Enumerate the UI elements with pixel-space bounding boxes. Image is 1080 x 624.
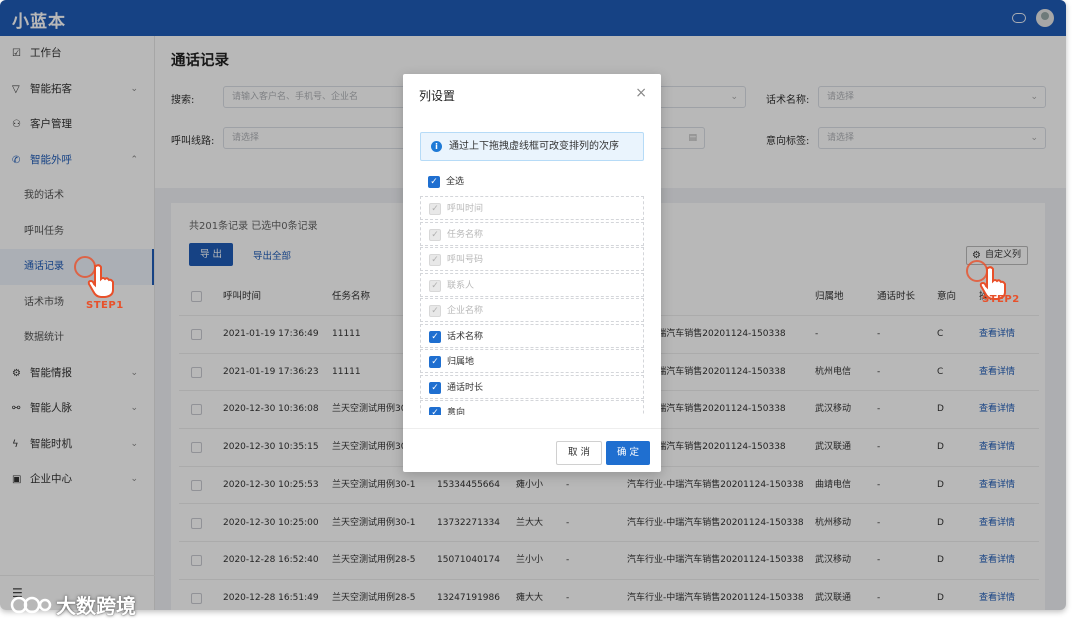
checkbox-checked-icon: ✓: [429, 279, 441, 292]
pointing-hand-icon: [87, 264, 114, 298]
watermark-text: 大数跨境: [56, 594, 136, 618]
column-option[interactable]: ✓ 意向: [420, 400, 644, 415]
option-label: 话术名称: [447, 331, 484, 342]
column-option: ✓ 联系人: [420, 272, 644, 297]
watermark-logo-icon: [10, 596, 52, 613]
option-label: 呼叫时间: [447, 204, 484, 214]
checkbox-checked-icon[interactable]: ✓: [429, 356, 441, 368]
checkbox-checked-icon[interactable]: ✓: [429, 330, 441, 343]
info-icon: i: [431, 141, 442, 152]
column-option: ✓ 呼叫号码: [420, 247, 644, 271]
option-label: 企业名称: [447, 306, 484, 316]
option-label: 全选: [446, 177, 465, 187]
checkbox-checked-icon: ✓: [429, 305, 441, 317]
option-label: 呼叫号码: [447, 255, 484, 265]
divider: [403, 428, 661, 429]
option-label: 归属地: [447, 357, 475, 367]
option-label: 联系人: [447, 280, 475, 291]
step-annotation-2: STEP2: [982, 294, 1020, 305]
column-option[interactable]: ✓ 归属地: [420, 349, 644, 373]
option-label: 任务名称: [447, 229, 484, 240]
checkbox-checked-icon[interactable]: ✓: [429, 381, 441, 394]
option-label: 意向: [447, 408, 466, 415]
column-option: ✓ 呼叫时间: [420, 196, 644, 220]
column-list: ✓ 全选 ✓ 呼叫时间 ✓ 任务名称 ✓ 呼叫号码 ✓ 联系人 ✓ 企业名称 ✓ 话术名称 ✓ 归属地 ✓ 通…: [420, 170, 644, 415]
column-option[interactable]: ✓ 通话时长: [420, 374, 644, 399]
checkbox-checked-icon[interactable]: ✓: [429, 407, 441, 415]
cancel-button[interactable]: 取 消: [556, 441, 602, 465]
checkbox-checked-icon: ✓: [429, 203, 441, 215]
step-annotation-1: STEP1: [86, 300, 124, 311]
close-icon[interactable]: ×: [635, 85, 647, 101]
watermark: 大数跨境: [10, 590, 136, 619]
column-option: ✓ 任务名称: [420, 221, 644, 246]
checkbox-checked-icon[interactable]: ✓: [428, 176, 440, 188]
checkbox-checked-icon: ✓: [429, 254, 441, 266]
column-option[interactable]: ✓ 话术名称: [420, 323, 644, 348]
info-tip: i 通过上下拖拽虚线框可改变排列的次序: [420, 132, 644, 161]
app-window: 小蓝本 ☑ 工作台 ▽ 智能拓客 ⌄ ⚇ 客户管理 ✆ 智能外呼 ⌃ 我的话术 …: [0, 0, 1066, 610]
option-label: 通话时长: [447, 382, 484, 393]
confirm-button[interactable]: 确 定: [606, 441, 650, 465]
column-settings-dialog: 列设置 × i 通过上下拖拽虚线框可改变排列的次序 ✓ 全选 ✓ 呼叫时间 ✓ 任务名…: [403, 74, 661, 472]
select-all-option[interactable]: ✓ 全选: [420, 170, 644, 194]
column-option: ✓ 企业名称: [420, 298, 644, 322]
dialog-title: 列设置: [419, 89, 456, 103]
checkbox-checked-icon: ✓: [429, 228, 441, 241]
tip-text: 通过上下拖拽虚线框可改变排列的次序: [449, 141, 619, 152]
